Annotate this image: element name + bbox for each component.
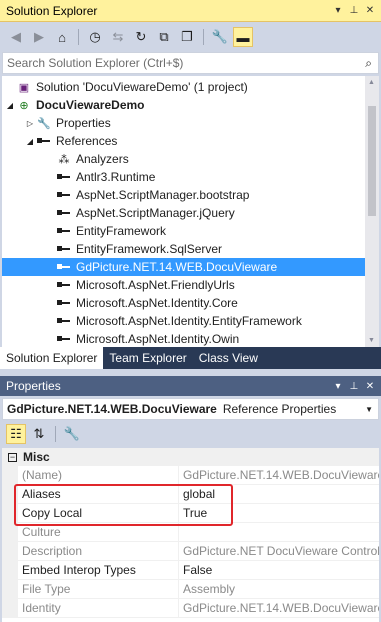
sync-icon[interactable]: ⇆ [108,27,128,47]
tree-item-properties[interactable]: ▷ 🔧 Properties [2,114,365,132]
tree-item-reference[interactable]: Microsoft.AspNet.Identity.Owin [2,330,365,347]
solution-explorer-title: Solution Explorer [6,3,98,18]
back-icon[interactable]: ◀ [6,27,26,47]
wrench-icon: 🔧 [37,117,51,130]
references-icon [36,134,52,148]
dropdown-icon[interactable]: ▾ [331,4,345,18]
forward-icon[interactable]: ▶ [29,27,49,47]
reference-icon [56,224,72,238]
toolbar-separator [203,29,204,45]
property-value: GdPicture.NET.14.WEB.DocuVieware [183,601,379,615]
tree-item-solution[interactable]: ▣ Solution 'DocuViewareDemo' (1 project) [2,78,365,96]
properties-toolbar: ☷ ⇅ 🔧 [0,421,381,447]
property-value: GdPicture.NET.14.WEB.DocuVieware [183,468,379,482]
categorized-icon[interactable]: ☷ [6,424,26,444]
search-icon[interactable]: ⌕ [365,56,372,71]
property-row[interactable]: File Type Assembly [2,579,379,599]
object-selector[interactable]: GdPicture.NET.14.WEB.DocuVieware Referen… [2,398,379,420]
highlight-annotation-box [14,484,233,526]
properties-title: Properties [6,379,61,393]
tree-item-reference[interactable]: Microsoft.AspNet.Identity.EntityFramewor… [2,312,365,330]
tree-item-reference-selected[interactable]: GdPicture.NET.14.WEB.DocuVieware [2,258,365,276]
solution-tree[interactable]: ▣ Solution 'DocuViewareDemo' (1 project)… [2,76,379,347]
property-value: Assembly [183,582,236,596]
reference-icon [56,260,72,274]
tree-item-references[interactable]: ◢ References [2,132,365,150]
solution-icon: ▣ [18,81,30,94]
collapse-arrow-icon[interactable]: ◢ [24,137,36,146]
property-grid: − Misc (Name) GdPicture.NET.14.WEB.DocuV… [2,448,379,622]
reference-icon [56,206,72,220]
tree-item-reference[interactable]: Microsoft.AspNet.Identity.Core [2,294,365,312]
close-icon[interactable]: ✕ [363,379,377,393]
solution-explorer-title-bar[interactable]: Solution Explorer ▾ ⊥ ✕ [0,0,381,22]
toolbar-separator [78,29,79,45]
reference-icon [56,314,72,328]
property-name: Identity [18,598,179,618]
tree-item-reference[interactable]: Microsoft.AspNet.FriendlyUrls [2,276,365,294]
reference-icon [56,332,72,346]
object-kind: Reference Properties [222,402,337,416]
object-name: GdPicture.NET.14.WEB.DocuVieware [7,402,217,416]
web-project-icon: ⊕ [19,99,29,112]
dropdown-icon[interactable]: ▾ [331,379,345,393]
expand-arrow-icon[interactable]: ▷ [24,119,36,128]
toolbar-separator [55,426,56,442]
home-icon[interactable]: ⌂ [52,27,72,47]
search-placeholder: Search Solution Explorer (Ctrl+$) [7,56,184,70]
pin-icon[interactable]: ⊥ [347,379,361,393]
tree-scrollbar[interactable]: ▲ ▼ [365,76,379,347]
tree-item-reference[interactable]: ⁂ Analyzers [2,150,365,168]
reference-icon [56,242,72,256]
refresh-icon[interactable]: ↻ [131,27,151,47]
tab-team-explorer[interactable]: Team Explorer [103,347,192,369]
scroll-up-icon[interactable]: ▲ [368,79,375,86]
analyzers-icon: ⁂ [58,153,70,166]
tree-item-reference[interactable]: EntityFramework [2,222,365,240]
collapse-all-icon[interactable]: ⧉ [154,27,174,47]
reference-icon [56,188,72,202]
explorer-tab-strip: Solution Explorer Team Explorer Class Vi… [0,347,381,369]
tree-item-project[interactable]: ◢ ⊕ DocuViewareDemo [2,96,365,114]
property-name: File Type [18,579,179,599]
property-name: Description [18,541,179,561]
history-icon[interactable]: ◷ [85,27,105,47]
collapse-box-icon[interactable]: − [8,452,17,462]
tree-item-reference[interactable]: AspNet.ScriptManager.bootstrap [2,186,365,204]
tab-solution-explorer[interactable]: Solution Explorer [0,347,104,369]
tree-item-reference[interactable]: EntityFramework.SqlServer [2,240,365,258]
tree-item-reference[interactable]: Antlr3.Runtime [2,168,365,186]
collapse-arrow-icon[interactable]: ◢ [4,101,16,110]
tree-item-reference[interactable]: AspNet.ScriptManager.jQuery [2,204,365,222]
property-row[interactable]: Identity GdPicture.NET.14.WEB.DocuViewar… [2,598,379,618]
property-name: Embed Interop Types [18,560,179,580]
property-name: (Name) [18,465,179,485]
scroll-down-icon[interactable]: ▼ [368,337,375,344]
search-input[interactable]: Search Solution Explorer (Ctrl+$) ⌕ [2,52,379,74]
property-row[interactable]: Embed Interop Types False [2,560,379,580]
property-value: GdPicture.NET DocuVieware Controls [183,544,379,558]
chevron-down-icon[interactable]: ▼ [365,405,373,414]
alphabetical-sort-icon[interactable]: ⇅ [29,424,49,444]
reference-icon [56,170,72,184]
tab-class-view[interactable]: Class View [193,347,264,369]
scrollbar-thumb[interactable] [368,106,376,216]
property-row[interactable]: (Name) GdPicture.NET.14.WEB.DocuVieware [2,465,379,485]
pin-icon[interactable]: ⊥ [347,4,361,18]
property-row[interactable]: Description GdPicture.NET DocuVieware Co… [2,541,379,561]
properties-title-bar[interactable]: Properties ▾ ⊥ ✕ [0,376,381,396]
reference-icon [56,296,72,310]
category-header-misc[interactable]: − Misc [2,448,379,466]
property-value[interactable]: False [179,561,379,580]
solution-explorer-toolbar: ◀ ▶ ⌂ ◷ ⇆ ↻ ⧉ ❐ 🔧 ▬ [0,22,381,52]
reference-icon [56,278,72,292]
close-icon[interactable]: ✕ [363,4,377,18]
property-pages-wrench-icon[interactable]: 🔧 [62,424,82,444]
show-all-files-icon[interactable]: ❐ [177,27,197,47]
preview-icon[interactable]: ▬ [233,27,253,47]
properties-wrench-icon[interactable]: 🔧 [210,27,230,47]
